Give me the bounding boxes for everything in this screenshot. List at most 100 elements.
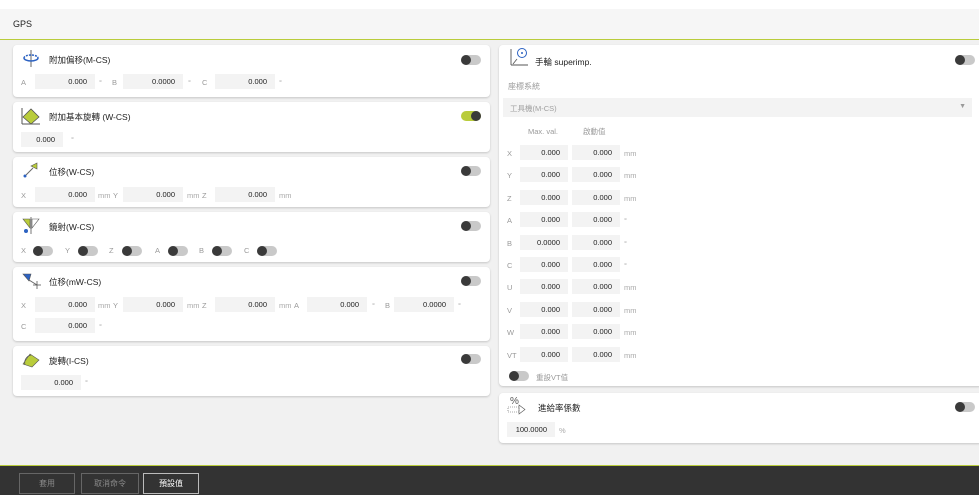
hw-max-field-c[interactable]: 0.000: [520, 257, 568, 272]
mirror-icon: [22, 217, 40, 234]
addoffset-label-c: C: [202, 78, 208, 87]
mirror-y-toggle[interactable]: [78, 246, 98, 256]
shift-wcs-label-y: Y: [113, 191, 119, 200]
shift-mwcs-card: 位移(mW-CS) X 0.000 mm Y 0.000 mm Z 0.000 …: [13, 267, 490, 341]
mirror-label-c: C: [244, 246, 250, 255]
rotation-field[interactable]: 0.000: [21, 375, 81, 390]
shift-mwcs-y-field[interactable]: 0.000: [123, 297, 183, 312]
shift-mwcs-toggle[interactable]: [461, 276, 481, 286]
col-act-label: 啟動值: [583, 127, 606, 136]
shift-mwcs-label-a: A: [294, 301, 300, 310]
shift-mwcs-a-field[interactable]: 0.000: [307, 297, 367, 312]
window-title: GPS: [13, 19, 33, 29]
shift-wcs-label-x: X: [21, 191, 27, 200]
unit: °: [279, 78, 282, 87]
handwheel-title: 手輪 superimp.: [535, 57, 592, 67]
addoffset-b-field[interactable]: 0.0000: [123, 74, 183, 89]
hw-max-field-x[interactable]: 0.000: [520, 145, 568, 160]
shift-mwcs-label-c: C: [21, 322, 27, 331]
hw-axis-label-x: X: [507, 149, 513, 158]
shift-wcs-z-field[interactable]: 0.000: [215, 187, 275, 202]
unit: mm: [98, 301, 111, 310]
hw-max-field-z[interactable]: 0.000: [520, 189, 568, 205]
hw-act-field-w[interactable]: 0.000: [572, 324, 620, 340]
feedrate-field[interactable]: 100.0000: [507, 422, 555, 437]
mirror-title: 鏡射(W-CS): [49, 222, 95, 232]
hw-act-field-y[interactable]: 0.000: [572, 167, 620, 183]
hw-axis-label-vt: VT: [507, 350, 517, 360]
unit: mm: [279, 191, 292, 200]
addoffset-toggle[interactable]: [461, 55, 481, 65]
basicrot-toggle[interactable]: [461, 111, 481, 121]
addoffset-card: 附加偏移(M-CS) A 0.000 ° B 0.0000 ° C 0.000 …: [13, 45, 490, 97]
feedrate-card: % 進給率係數 100.0000 %: [499, 393, 979, 443]
reset-vt-toggle[interactable]: [509, 371, 529, 381]
shift-wcs-title: 位移(W-CS): [49, 167, 95, 177]
mirror-z-toggle[interactable]: [122, 246, 142, 256]
shift-wcs-label-z: Z: [202, 191, 207, 200]
mirror-a-toggle[interactable]: [168, 246, 188, 256]
shift-mwcs-x-field[interactable]: 0.000: [35, 297, 95, 312]
handwheel-toggle[interactable]: [955, 55, 975, 65]
hw-max-field-u[interactable]: 0.000: [520, 279, 568, 295]
hw-act-field-u[interactable]: 0.000: [572, 279, 620, 295]
hw-act-field-v[interactable]: 0.000: [572, 301, 620, 317]
hw-max-field-a[interactable]: 0.000: [520, 212, 568, 228]
hw-unit-b: °: [624, 238, 627, 248]
rotation-toggle[interactable]: [461, 354, 481, 364]
hw-act-field-z[interactable]: 0.000: [572, 189, 620, 205]
hw-act-field-b[interactable]: 0.000: [572, 234, 620, 250]
mirror-x-toggle[interactable]: [33, 246, 53, 256]
hw-max-field-v[interactable]: 0.000: [520, 301, 568, 317]
mirror-label-y: Y: [65, 246, 71, 255]
hw-act-field-x[interactable]: 0.000: [572, 145, 620, 160]
defaults-button[interactable]: 預設值: [143, 473, 199, 494]
hw-unit-x: mm: [624, 149, 637, 158]
hw-unit-v: mm: [624, 305, 637, 315]
cancel-button[interactable]: 取消命令: [81, 473, 139, 494]
mirror-c-toggle[interactable]: [257, 246, 277, 256]
rotation-offset-icon: [23, 50, 39, 67]
basic-rotation-icon: [21, 108, 40, 125]
hw-act-field-a[interactable]: 0.000: [572, 212, 620, 228]
feedrate-icon: %: [507, 396, 527, 415]
hw-axis-label-c: C: [507, 261, 513, 270]
hw-axis-label-z: Z: [507, 193, 512, 203]
unit: °: [188, 78, 191, 87]
mirror-toggle[interactable]: [461, 221, 481, 231]
shift-mwcs-c-field[interactable]: 0.000: [35, 318, 95, 333]
coord-system-select[interactable]: 工具機(M-CS) ▼: [503, 98, 972, 117]
addoffset-a-field[interactable]: 0.000: [35, 74, 95, 89]
shift-icon: [23, 162, 38, 178]
hw-axis-label-b: B: [507, 238, 513, 248]
hw-max-field-b[interactable]: 0.0000: [520, 234, 568, 250]
unit: °: [99, 322, 102, 331]
apply-button[interactable]: 套用: [19, 473, 75, 494]
hw-max-field-vt[interactable]: 0.000: [520, 346, 568, 362]
unit: mm: [187, 191, 200, 200]
hw-axis-label-y: Y: [507, 171, 513, 181]
hw-max-field-w[interactable]: 0.000: [520, 324, 568, 340]
shift-wcs-toggle[interactable]: [461, 166, 481, 176]
shift-mwcs-z-field[interactable]: 0.000: [215, 297, 275, 312]
hw-unit-y: mm: [624, 171, 637, 181]
feedrate-toggle[interactable]: [955, 402, 975, 412]
hw-act-field-vt[interactable]: 0.000: [572, 346, 620, 362]
handwheel-icon: [510, 48, 528, 66]
addoffset-c-field[interactable]: 0.000: [215, 74, 275, 89]
hw-unit-u: mm: [624, 283, 637, 293]
feedrate-title: 進給率係數: [538, 403, 581, 413]
shift-wcs-y-field[interactable]: 0.000: [123, 187, 183, 202]
shift-wcs-x-field[interactable]: 0.000: [35, 187, 95, 202]
basicrot-title: 附加基本旋轉 (W-CS): [49, 112, 131, 122]
shift-mwcs-b-field[interactable]: 0.0000: [394, 297, 454, 312]
mirror-label-x: X: [21, 246, 27, 255]
hw-max-field-y[interactable]: 0.000: [520, 167, 568, 183]
mirror-b-toggle[interactable]: [212, 246, 232, 256]
basicrot-field[interactable]: 0.000: [21, 132, 63, 147]
addoffset-label-b: B: [112, 78, 118, 87]
hw-act-field-c[interactable]: 0.000: [572, 257, 620, 272]
title-bar: GPS: [0, 0, 979, 40]
shift-mwcs-label-y: Y: [113, 301, 119, 310]
unit: %: [559, 426, 566, 435]
